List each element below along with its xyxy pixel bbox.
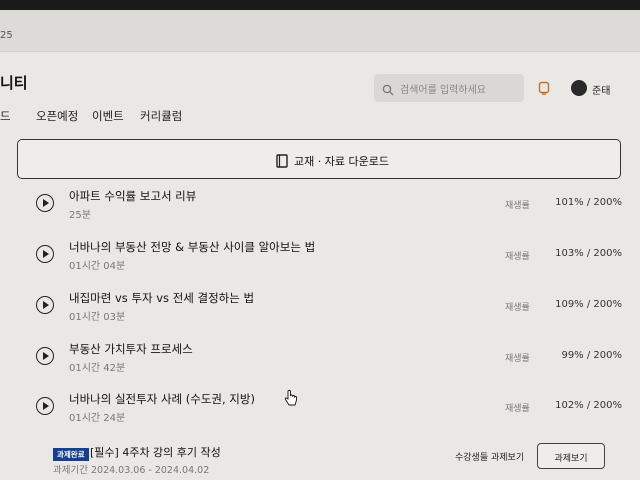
lesson-title[interactable]: 부동산 가치투자 프로세스 [69, 341, 193, 357]
playback-rate-value: 99% / 200% [561, 350, 622, 361]
lesson-duration: 01시간 42분 [69, 363, 126, 374]
notification-icon[interactable] [538, 80, 550, 95]
lesson-duration: 01시간 03분 [69, 312, 126, 323]
playback-rate-label: 재생률 [505, 354, 530, 364]
assignment-row: 과제완료 [필수] 4주차 강의 후기 작성 과제기간 2024.03.06 -… [0, 442, 640, 480]
play-icon[interactable] [36, 245, 54, 263]
course-nav: 드 오픈예정 이벤트 커리큘럼 [0, 108, 640, 128]
playback-rate-value: 101% / 200% [555, 197, 622, 208]
search-box[interactable]: 검색어를 입력하세요 [374, 74, 524, 102]
playback-rate-value: 109% / 200% [555, 299, 622, 310]
materials-download-button[interactable]: 교재 · 자료 다운로드 [17, 139, 621, 179]
lesson-title[interactable]: 아파트 수익률 보고서 리뷰 [69, 188, 196, 204]
play-icon[interactable] [36, 347, 54, 365]
lesson-duration: 01시간 04분 [69, 261, 126, 272]
download-label: 교재 · 자료 다운로드 [294, 155, 389, 168]
nav-item-board[interactable]: 드 [0, 108, 11, 124]
playback-rate-value: 103% / 200% [555, 248, 622, 259]
assignment-status-badge: 과제완료 [53, 448, 89, 461]
play-icon[interactable] [36, 194, 54, 212]
search-input[interactable]: 검색어를 입력하세요 [400, 81, 486, 96]
lesson-row[interactable]: 아파트 수익률 보고서 리뷰 25분 재생률 101% / 200% [0, 188, 640, 238]
lesson-title[interactable]: 내집마련 vs 투자 vs 전세 결정하는 법 [69, 290, 254, 306]
hand-pointer-cursor-icon [284, 389, 298, 412]
playback-rate-label: 재생률 [505, 404, 530, 414]
playback-rate-label: 재생률 [505, 201, 530, 211]
lesson-row[interactable]: 너바나의 부동산 전망 & 부동산 사이클 알아보는 법 01시간 04분 재생… [0, 239, 640, 289]
playback-rate-label: 재생률 [505, 303, 530, 313]
view-assignment-button[interactable]: 과제보기 [537, 443, 605, 469]
screen-top-edge [0, 0, 640, 10]
lesson-title[interactable]: 너바나의 실전투자 사례 (수도권, 지방) [69, 391, 255, 407]
playback-rate-value: 102% / 200% [555, 400, 622, 411]
assignment-title[interactable]: [필수] 4주차 강의 후기 작성 [90, 444, 221, 460]
nav-item-events[interactable]: 이벤트 [92, 108, 124, 124]
lesson-row[interactable]: 너바나의 실전투자 사례 (수도권, 지방) 01시간 24분 재생률 102%… [0, 391, 640, 441]
nav-item-curriculum[interactable]: 커리큘럼 [140, 108, 182, 124]
play-icon[interactable] [36, 397, 54, 415]
lesson-row[interactable]: 부동산 가치투자 프로세스 01시간 42분 재생률 99% / 200% [0, 341, 640, 391]
user-name[interactable]: 준태 [592, 82, 610, 97]
site-title: 니티 [0, 74, 28, 92]
site-header: 니티 검색어를 입력하세요 준태 [0, 52, 640, 108]
url-fragment: 25 [0, 30, 13, 41]
playback-rate-label: 재생률 [505, 252, 530, 262]
play-icon[interactable] [36, 296, 54, 314]
book-icon [276, 153, 288, 172]
assignment-period: 과제기간 2024.03.06 - 2024.04.02 [53, 465, 210, 476]
browser-toolbar: 25 [0, 10, 640, 52]
avatar[interactable] [571, 80, 587, 96]
lesson-duration: 25분 [69, 210, 91, 221]
search-icon [382, 81, 394, 100]
lesson-title[interactable]: 너바나의 부동산 전망 & 부동산 사이클 알아보는 법 [69, 239, 315, 255]
lesson-row[interactable]: 내집마련 vs 투자 vs 전세 결정하는 법 01시간 03분 재생률 109… [0, 290, 640, 340]
view-student-assignments-link[interactable]: 수강생들 과제보기 [455, 450, 524, 463]
lesson-duration: 01시간 24분 [69, 413, 126, 424]
nav-item-upcoming[interactable]: 오픈예정 [36, 108, 78, 124]
view-assignment-label: 과제보기 [554, 454, 588, 464]
